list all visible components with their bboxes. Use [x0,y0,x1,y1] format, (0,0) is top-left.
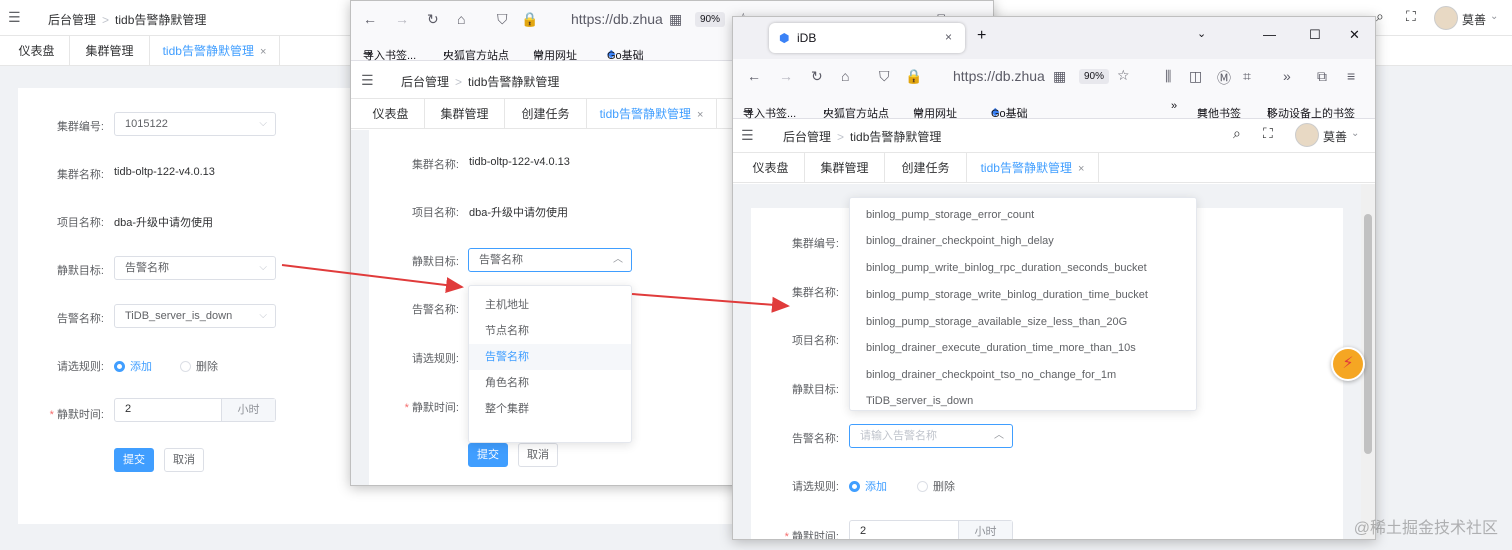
annotation-arrows [281,264,790,313]
arrow-target-to-dropdown [281,264,464,293]
watermark: @稀土掘金技术社区 [1353,520,1498,537]
arrow-dropdown-to-alerts [631,293,790,313]
